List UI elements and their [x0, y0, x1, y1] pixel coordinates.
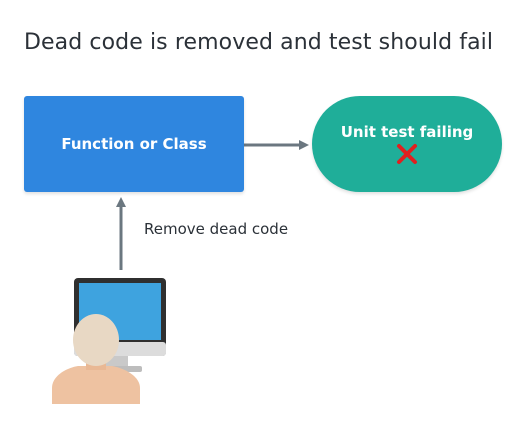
unit-test-node: Unit test failing	[312, 96, 502, 192]
function-or-class-label: Function or Class	[61, 135, 207, 153]
developer-at-computer-icon	[52, 278, 166, 404]
function-or-class-box: Function or Class	[24, 96, 244, 192]
remove-dead-code-label: Remove dead code	[144, 220, 289, 238]
red-cross-icon	[397, 144, 417, 164]
unit-test-label: Unit test failing	[340, 123, 474, 141]
